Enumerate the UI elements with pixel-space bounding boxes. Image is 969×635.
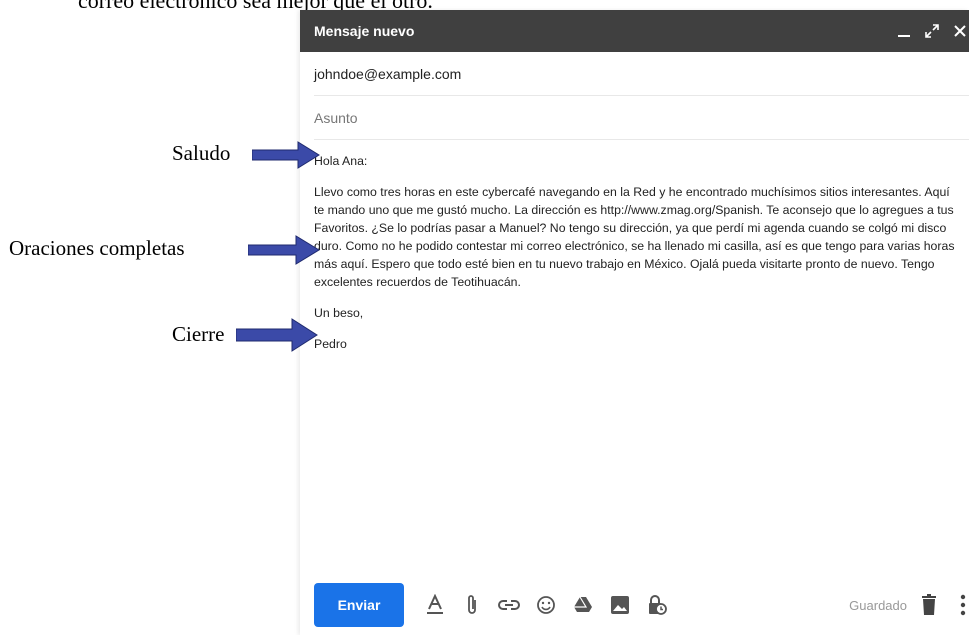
more-options-icon[interactable] <box>957 593 969 617</box>
subject-field[interactable]: Asunto <box>314 96 969 140</box>
to-field[interactable]: johndoe@example.com <box>314 52 969 96</box>
compose-header: Mensaje nuevo <box>300 10 969 52</box>
closing-text: Un beso, <box>314 306 364 320</box>
greeting-annotation: Saludo <box>172 141 231 165</box>
greeting-text: Hola Ana: <box>314 154 368 168</box>
minimize-icon[interactable] <box>895 22 913 40</box>
compose-title: Mensaje nuevo <box>314 23 415 39</box>
emoji-icon[interactable] <box>535 594 557 616</box>
greeting-arrow-icon <box>252 141 320 169</box>
closing-annotation: Cierre <box>172 322 225 346</box>
saved-status: Guardado <box>849 597 907 613</box>
trash-icon[interactable] <box>919 594 939 616</box>
expand-icon[interactable] <box>923 22 941 40</box>
compose-window: Mensaje nuevo johndoe@example.com Asunto… <box>300 10 969 635</box>
link-icon[interactable] <box>498 594 520 616</box>
drive-icon[interactable] <box>572 594 594 616</box>
body-paragraph: Llevo como tres horas en este cybercafé … <box>314 185 955 289</box>
sentences-annotation: Oraciones completas <box>9 236 185 260</box>
header-controls <box>895 22 969 40</box>
message-body[interactable]: Hola Ana: Llevo como tres horas en este … <box>300 140 969 353</box>
attach-icon[interactable] <box>461 594 483 616</box>
send-button[interactable]: Enviar <box>314 583 404 627</box>
close-icon[interactable] <box>951 22 969 40</box>
photo-icon[interactable] <box>609 594 631 616</box>
subject-placeholder: Asunto <box>314 109 358 126</box>
text-format-icon[interactable] <box>424 594 446 616</box>
formatting-toolbar <box>424 594 668 616</box>
closing-arrow-icon <box>236 318 318 352</box>
confidential-icon[interactable] <box>646 594 668 616</box>
signature-text: Pedro <box>314 337 347 351</box>
sentences-arrow-icon <box>248 235 320 265</box>
to-value: johndoe@example.com <box>314 65 462 82</box>
compose-footer: Enviar Guardado <box>300 575 969 635</box>
